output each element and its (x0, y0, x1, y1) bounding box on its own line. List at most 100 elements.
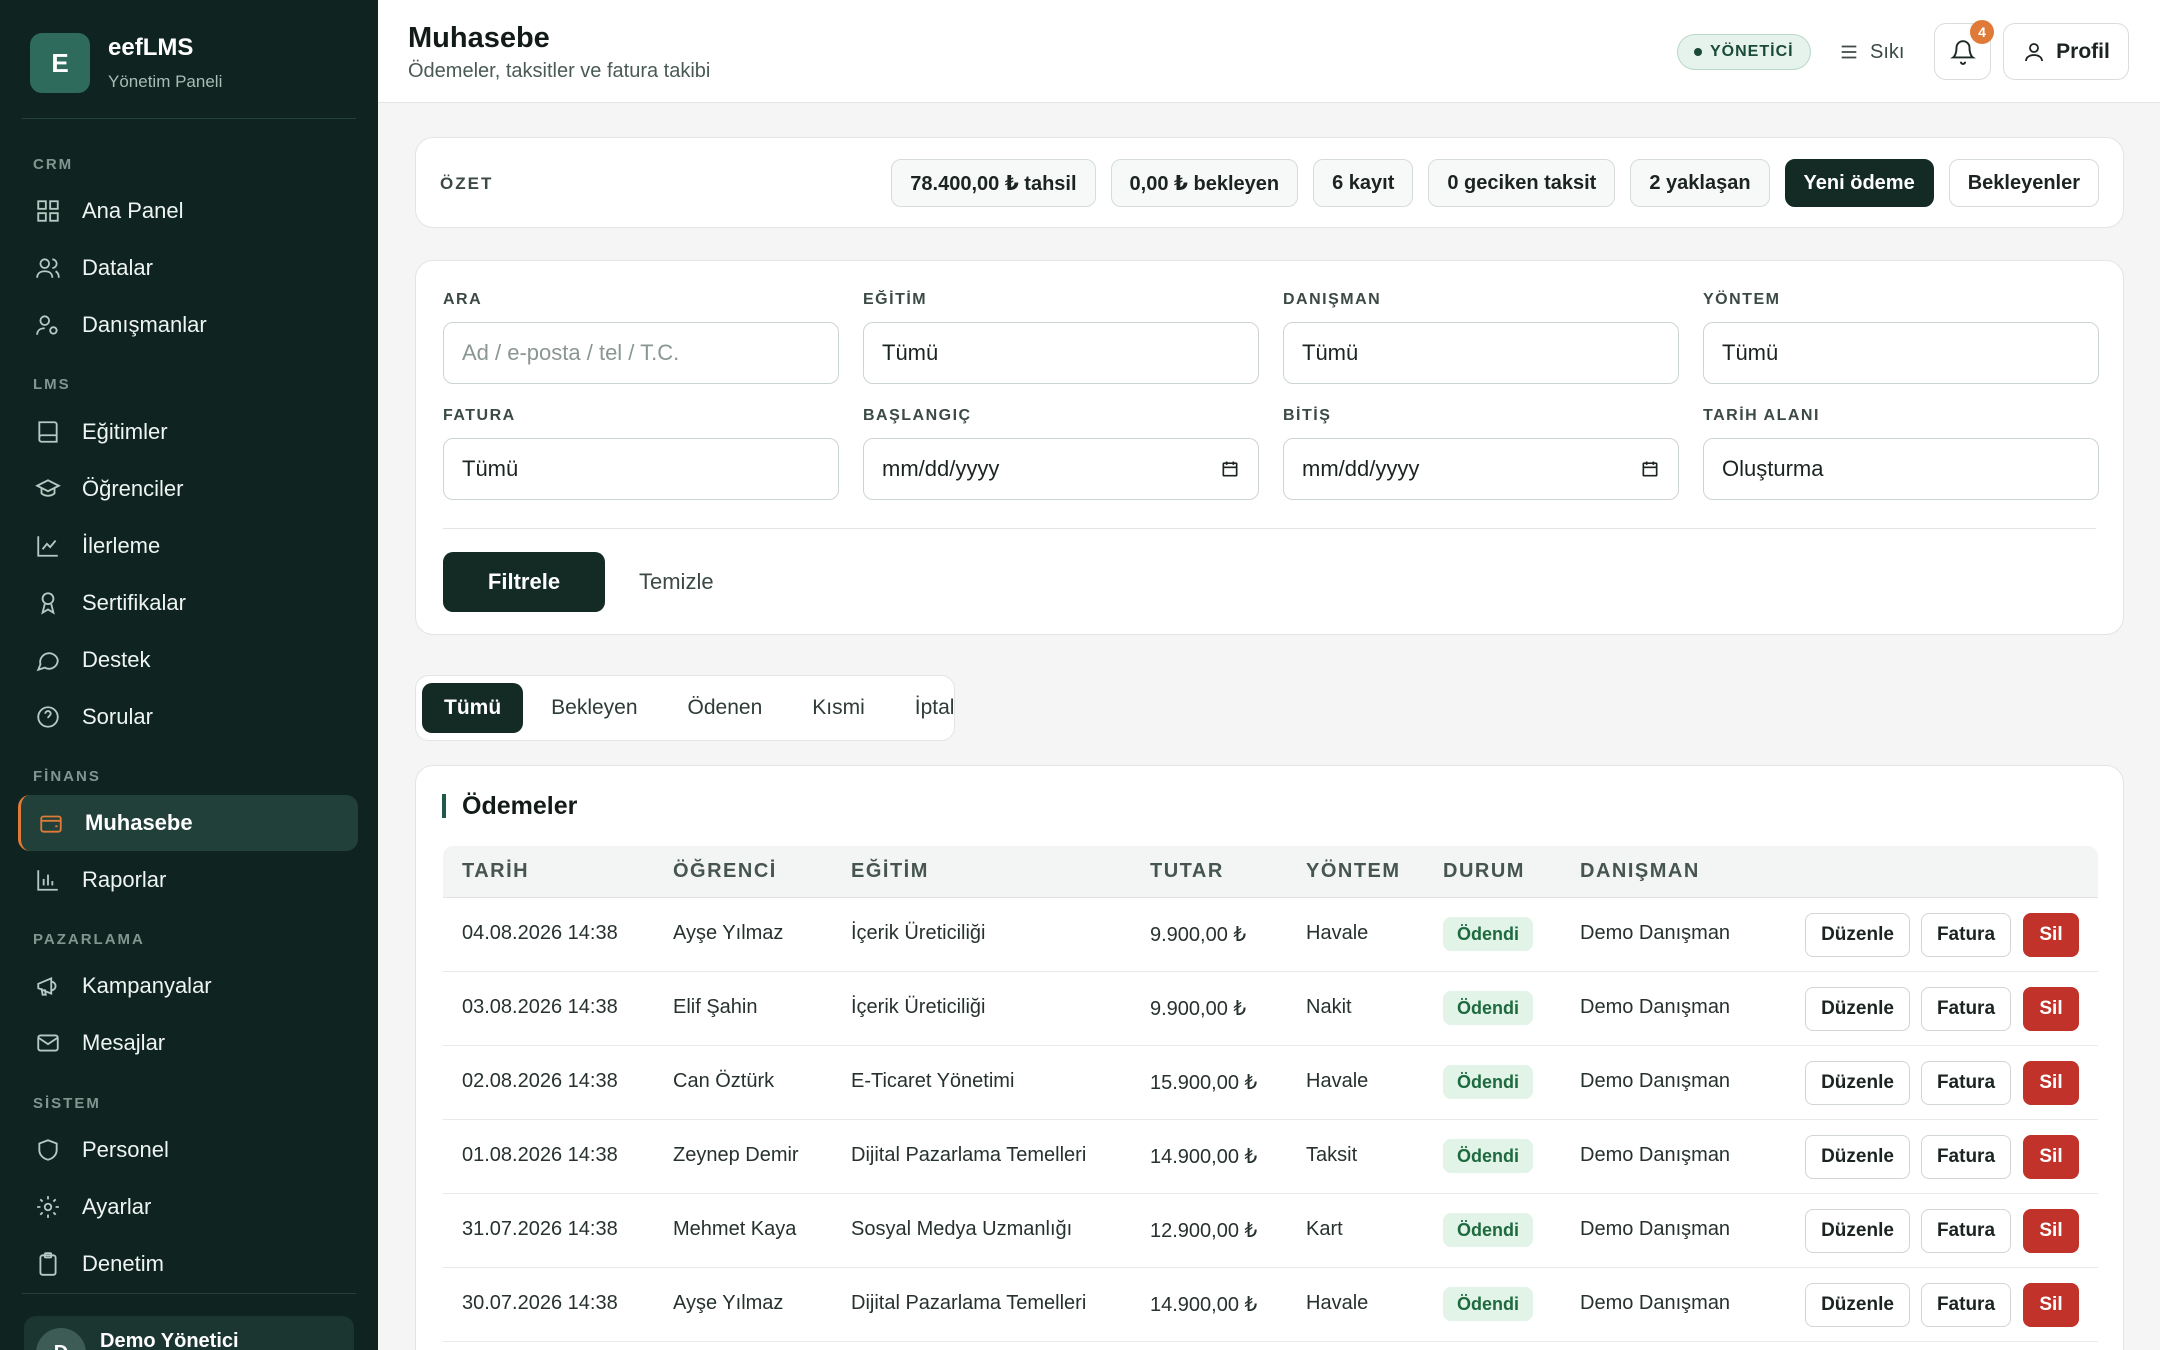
cell-advisor: Demo Danışman (1580, 1070, 1731, 1092)
cell-amount: 9.900,00 ₺ (1150, 924, 1247, 946)
sidebar-item-ayarlar[interactable]: Ayarlar (18, 1179, 358, 1235)
calendar-icon[interactable] (1640, 459, 1660, 479)
cell-date: 31.07.2026 14:38 (462, 1218, 618, 1240)
search-input[interactable]: Ad / e-posta / tel / T.C. (443, 322, 839, 384)
table-row[interactable]: 03.08.2026 14:38 Elif Şahin İçerik Üretici… (443, 972, 2098, 1046)
delete-button[interactable]: Sil (2023, 987, 2079, 1031)
edit-button[interactable]: Düzenle (1805, 987, 1910, 1031)
sidebar-item-personel[interactable]: Personel (18, 1122, 358, 1178)
nav-section-finans: FİNANS (33, 768, 101, 785)
invoice-button[interactable]: Fatura (1921, 1283, 2011, 1327)
tab-all[interactable]: Tümü (422, 683, 524, 733)
table-row[interactable]: 02.08.2026 14:38 Can Öztürk E-Ticaret Yöne… (443, 1046, 2098, 1120)
edit-button[interactable]: Düzenle (1805, 1209, 1910, 1253)
density-toggle-button[interactable]: Sıkı (1838, 34, 1904, 70)
sidebar-item-danismanlar[interactable]: Danışmanlar (18, 297, 358, 353)
payments-card: Ödemeler TARİH ÖĞRENCİ EĞİTİM TUTAR YÖNT… (415, 765, 2124, 1350)
column-header-status[interactable]: DURUM (1443, 860, 1525, 883)
delete-button[interactable]: Sil (2023, 1283, 2079, 1327)
edit-button[interactable]: Düzenle (1805, 1283, 1910, 1327)
method-select[interactable]: Tümü (1703, 322, 2099, 384)
delete-button[interactable]: Sil (2023, 1061, 2079, 1105)
invoice-button[interactable]: Fatura (1921, 1135, 2011, 1179)
search-label: ARA (443, 291, 483, 308)
sidebar-item-raporlar[interactable]: Raporlar (18, 852, 358, 908)
cell-education: İçerik Üreticiliği (851, 922, 986, 944)
notifications-button[interactable]: 4 (1934, 20, 1994, 80)
nav-section-sistem: SİSTEM (33, 1095, 101, 1112)
summary-chip-upcoming[interactable]: 2 yaklaşan (1630, 159, 1770, 207)
invoice-button[interactable]: Fatura (1921, 913, 2011, 957)
table-row[interactable]: 30.07.2026 14:38 Ayşe Yılmaz Dijital Pazar… (443, 1268, 2098, 1342)
method-label: YÖNTEM (1703, 291, 1781, 308)
column-header-student[interactable]: ÖĞRENCİ (673, 860, 777, 883)
sidebar-item-kampanyalar[interactable]: Kampanyalar (18, 958, 358, 1014)
edit-button[interactable]: Düzenle (1805, 1135, 1910, 1179)
clear-button[interactable]: Temizle (639, 552, 714, 612)
sidebar-item-ogrenciler[interactable]: Öğrenciler (18, 461, 358, 517)
invoice-button[interactable]: Fatura (1921, 1061, 2011, 1105)
column-header-amount[interactable]: TUTAR (1150, 860, 1224, 883)
avatar: D (36, 1328, 86, 1350)
brand[interactable]: E eefLMS Yönetim Paneli (30, 33, 222, 93)
menu-icon (1841, 45, 1857, 59)
sidebar-item-ilerleme[interactable]: İlerleme (18, 518, 358, 574)
sidebar-item-sorular[interactable]: Sorular (18, 689, 358, 745)
cell-amount: 9.900,00 ₺ (1150, 998, 1247, 1020)
sidebar-item-sertifikalar[interactable]: Sertifikalar (18, 575, 358, 631)
table-row[interactable]: 31.07.2026 14:38 Mehmet Kaya Sosyal Medya … (443, 1194, 2098, 1268)
start-date-value: mm/dd/yyyy (882, 456, 1000, 481)
column-header-method[interactable]: YÖNTEM (1306, 860, 1401, 883)
edit-button[interactable]: Düzenle (1805, 1061, 1910, 1105)
summary-chip-overdue[interactable]: 0 geciken taksit (1428, 159, 1616, 207)
sidebar-item-egitimler[interactable]: Eğitimler (18, 404, 358, 460)
column-header-education[interactable]: EĞİTİM (851, 860, 929, 883)
profile-button[interactable]: Profil (2003, 23, 2129, 80)
sidebar-item-mesajlar[interactable]: Mesajlar (18, 1015, 358, 1071)
edit-button[interactable]: Düzenle (1805, 913, 1910, 957)
summary-label: ÖZET (440, 174, 494, 193)
tab-pending[interactable]: Bekleyen (529, 683, 659, 733)
table-row[interactable]: 04.08.2026 14:38 Ayşe Yılmaz İçerik Üretic… (443, 898, 2098, 972)
summary-chip-records[interactable]: 6 kayıt (1313, 159, 1414, 207)
invoice-button[interactable]: Fatura (1921, 1209, 2011, 1253)
column-header-date[interactable]: TARİH (462, 860, 529, 883)
start-date-input[interactable]: mm/dd/yyyy (863, 438, 1259, 500)
education-select[interactable]: Tümü (863, 322, 1259, 384)
tab-cancelled[interactable]: İptal (893, 683, 977, 733)
delete-button[interactable]: Sil (2023, 1209, 2079, 1253)
end-date-input[interactable]: mm/dd/yyyy (1283, 438, 1679, 500)
divider (443, 528, 2096, 529)
date-field-select[interactable]: Oluşturma (1703, 438, 2099, 500)
invoice-label: FATURA (443, 407, 516, 424)
sidebar-item-destek[interactable]: Destek (18, 632, 358, 688)
cell-date: 02.08.2026 14:38 (462, 1070, 618, 1092)
sidebar-item-datalar[interactable]: Datalar (18, 240, 358, 296)
sidebar-item-denetim[interactable]: Denetim (18, 1236, 358, 1292)
sidebar-item-muhasebe[interactable]: Muhasebe (18, 795, 358, 851)
pending-button[interactable]: Bekleyenler (1948, 159, 2099, 207)
status-badge: Ödendi (1443, 1139, 1533, 1173)
invoice-select[interactable]: Tümü (443, 438, 839, 500)
density-label: Sıkı (1870, 40, 1905, 63)
advisor-select[interactable]: Tümü (1283, 322, 1679, 384)
table-header: TARİH ÖĞRENCİ EĞİTİM TUTAR YÖNTEM DURUM … (443, 846, 2098, 898)
tab-partial[interactable]: Kısmi (790, 683, 887, 733)
column-header-advisor[interactable]: DANIŞMAN (1580, 860, 1700, 883)
delete-button[interactable]: Sil (2023, 1135, 2079, 1179)
sidebar-item-label: Danışmanlar (82, 312, 207, 337)
table-row[interactable]: 01.08.2026 14:38 Zeynep Demir Dijital Paza… (443, 1120, 2098, 1194)
role-badge-label: YÖNETİCİ (1710, 43, 1794, 60)
cell-method: Kart (1306, 1218, 1343, 1240)
sidebar-item-ana-panel[interactable]: Ana Panel (18, 183, 358, 239)
delete-button[interactable]: Sil (2023, 913, 2079, 957)
calendar-icon[interactable] (1220, 459, 1240, 479)
user-card[interactable]: D Demo Yönetici (24, 1316, 354, 1350)
summary-chip-pending[interactable]: 0,00 ₺ bekleyen (1110, 159, 1299, 207)
invoice-button[interactable]: Fatura (1921, 987, 2011, 1031)
summary-chip-collected[interactable]: 78.400,00 ₺ tahsil (891, 159, 1096, 207)
sidebar-item-label: Denetim (82, 1251, 164, 1276)
filter-button[interactable]: Filtrele (443, 552, 605, 612)
new-payment-button[interactable]: Yeni ödeme (1784, 159, 1934, 207)
tab-paid[interactable]: Ödenen (666, 683, 785, 733)
